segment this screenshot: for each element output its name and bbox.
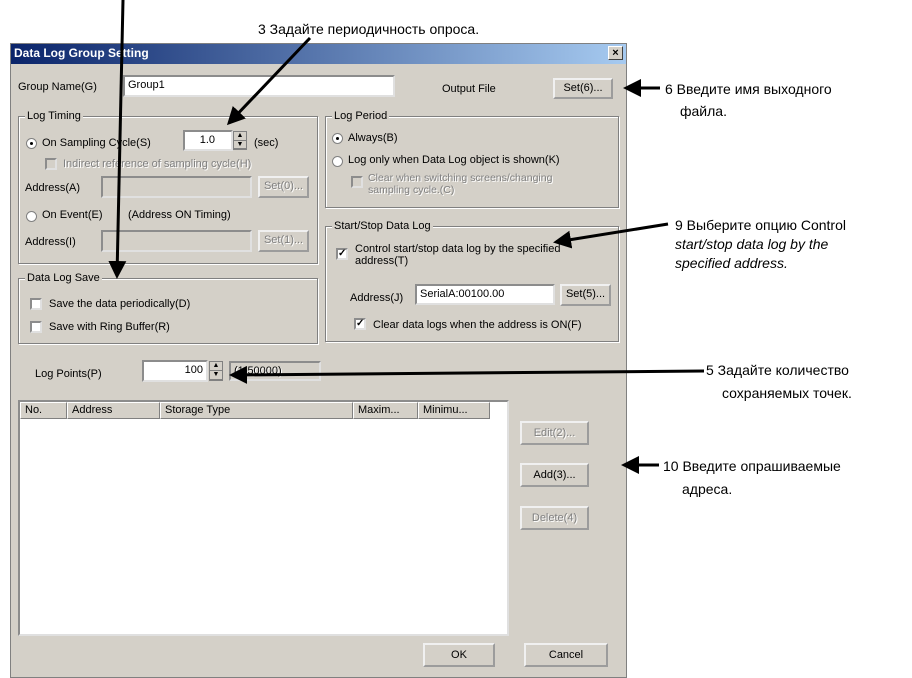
arrow-to-sampling-cycle: [226, 36, 312, 126]
arrow-to-data-log-save: [108, 0, 127, 279]
arrow-to-control-checkbox: [553, 222, 669, 249]
annotation-arrows: [108, 0, 705, 474]
arrow-to-log-points: [229, 365, 705, 384]
